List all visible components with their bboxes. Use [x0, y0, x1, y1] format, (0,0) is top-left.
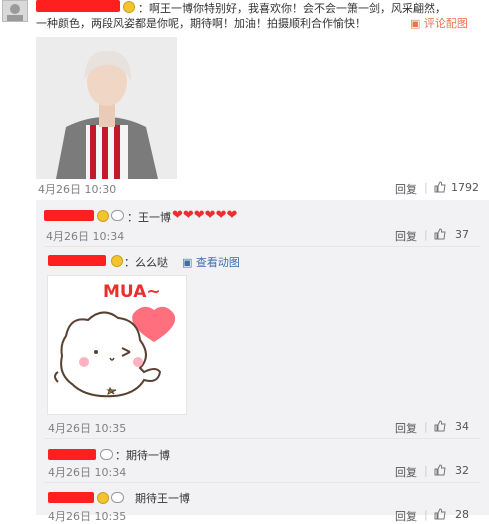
panda-emoji-icon	[111, 210, 124, 221]
verified-badge-icon	[123, 1, 135, 13]
divider	[44, 246, 480, 247]
heart-icon: ❤❤❤❤❤❤	[172, 208, 238, 223]
verified-badge-icon	[111, 255, 123, 267]
verified-badge-icon	[97, 210, 109, 222]
reply-gif-image[interactable]: MUA~	[47, 275, 187, 415]
comment-text-line1: ：啊王一博你特别好，我喜欢你！会不会一箫一剑，风采翩然，	[138, 2, 446, 15]
reply-text: ：期待一博	[115, 449, 170, 462]
reply-username-redacted[interactable]	[48, 255, 106, 266]
username-redacted[interactable]	[36, 0, 120, 12]
verified-badge-icon	[97, 492, 109, 504]
reply-like-count: 32	[455, 464, 469, 477]
reply-text: 期待王一博	[135, 492, 190, 505]
reply-time: 4月26日 10:35	[48, 422, 127, 435]
comment-reply-button[interactable]: 回复	[395, 181, 417, 197]
divider: |	[424, 420, 428, 433]
reply-time: 4月26日 10:34	[46, 230, 125, 243]
reply-time: 4月26日 10:35	[48, 510, 127, 523]
divider: |	[424, 464, 428, 477]
reply-text: ：么么哒	[124, 256, 168, 269]
reply-like-count: 34	[455, 420, 469, 433]
thumbs-up-icon[interactable]	[434, 464, 446, 476]
panda-emoji-icon	[111, 492, 124, 503]
reply-button[interactable]: 回复	[395, 228, 417, 244]
reply-username-redacted[interactable]	[48, 449, 96, 460]
reply-time: 4月26日 10:34	[48, 466, 127, 479]
comment-text-line2: 一种颜色，两段风姿都是你呢，期待啊！加油！拍摄顺利合作愉快！	[36, 17, 366, 30]
thumbs-up-icon[interactable]	[434, 420, 446, 432]
reply-like-count: 37	[455, 228, 469, 241]
reply-button[interactable]: 回复	[395, 420, 417, 436]
comment-time: 4月26日 10:30	[38, 183, 117, 196]
divider: |	[424, 181, 428, 194]
divider	[44, 438, 480, 439]
panda-emoji-icon	[100, 449, 113, 460]
reply-button[interactable]: 回复	[395, 508, 417, 524]
reply-username-redacted[interactable]	[44, 210, 94, 221]
comment-like-count: 1792	[451, 181, 479, 194]
view-image-link[interactable]: ▣ 评论配图	[410, 15, 468, 31]
image-icon: ▣	[182, 256, 196, 269]
thumbs-up-icon[interactable]	[434, 508, 446, 520]
divider: |	[424, 228, 428, 241]
view-gif-link[interactable]: ▣ 查看动图	[182, 254, 240, 270]
image-icon: ▣	[410, 17, 424, 30]
reply-text: ：王一博	[127, 211, 171, 224]
user-avatar[interactable]	[2, 0, 28, 22]
reply-button[interactable]: 回复	[395, 464, 417, 480]
comment-image[interactable]	[36, 37, 177, 179]
thumbs-up-icon[interactable]	[434, 181, 446, 193]
divider	[44, 482, 480, 483]
thumbs-up-icon[interactable]	[434, 228, 446, 240]
reply-username-redacted[interactable]	[48, 492, 94, 503]
